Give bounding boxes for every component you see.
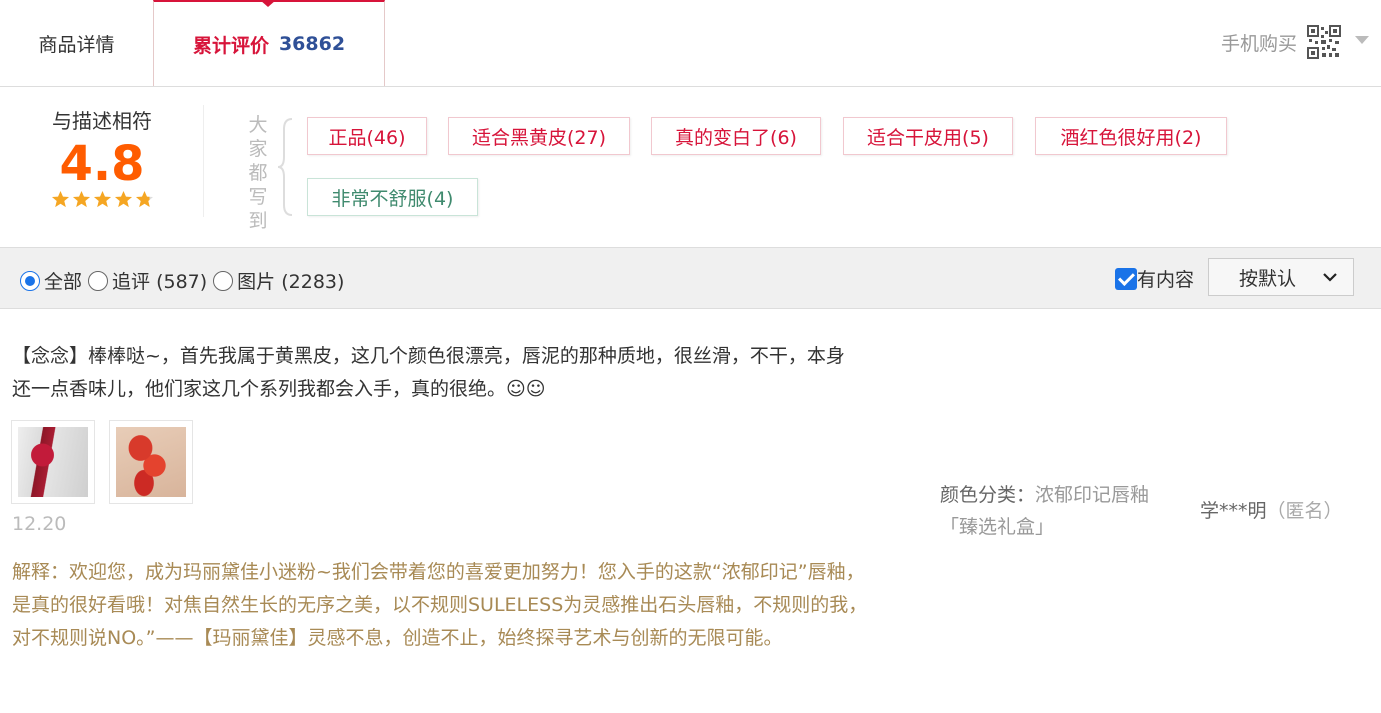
radio-pics-label: 图片 (2283) <box>237 271 345 293</box>
active-tab-caret-icon <box>260 0 276 7</box>
review-photo-thumbnail[interactable] <box>109 420 193 504</box>
qr-code-icon <box>1307 25 1341 59</box>
rating-label: 与描述相符 <box>52 109 152 133</box>
review-text: 【念念】棒棒哒~，首先我属于黄黑皮，这几个颜色很漂亮，唇泥的那种质地，很丝滑，不… <box>12 345 845 400</box>
star-icon <box>72 190 90 208</box>
tab-reviews-count: 36862 <box>278 33 346 55</box>
star-icon <box>135 190 153 208</box>
has-content-label: 有内容 <box>1137 269 1195 291</box>
brace-icon <box>277 118 293 216</box>
radio-all[interactable] <box>20 270 40 291</box>
chevron-down-icon <box>1355 36 1369 44</box>
tab-product-details-label: 商品详情 <box>38 33 115 56</box>
radio-followup-label: 追评 (587) <box>112 271 208 293</box>
mobile-buy-label: 手机购买 <box>1220 32 1297 55</box>
radio-pics[interactable] <box>213 270 234 291</box>
has-content-filter[interactable]: 有内容 <box>1115 265 1194 292</box>
reviewer: 学***明（匿名） <box>1200 496 1343 523</box>
tag-item-negative[interactable]: 非常不舒服(4) <box>307 178 478 216</box>
tab-bar: 商品详情 累计评价 36862 手机购买 <box>0 0 1381 87</box>
review-summary: 与描述相符 4.8 大家都写到 正品(46) 适合黑黄皮(27) 真的变白了(6… <box>0 87 1381 246</box>
has-content-checkbox[interactable] <box>1115 267 1137 290</box>
tag-item[interactable]: 正品(46) <box>307 117 427 155</box>
sku-info: 颜色分类：浓郁印记唇釉「臻选礼盒」 <box>940 479 1180 543</box>
sort-dropdown[interactable]: 按默认 <box>1208 258 1354 296</box>
star-icon <box>93 190 111 208</box>
reviewer-anonymous: （匿名） <box>1266 500 1343 522</box>
sku-key: 颜色分类： <box>940 484 1036 506</box>
everyone-says-label: 大家都写到 <box>248 114 268 232</box>
review-photos <box>11 420 193 504</box>
rating-stars <box>0 190 204 209</box>
sort-dropdown-value: 按默认 <box>1239 267 1297 290</box>
tab-product-details[interactable]: 商品详情 <box>0 0 153 86</box>
tab-reviews[interactable]: 累计评价 36862 <box>153 0 385 86</box>
rating-block: 与描述相符 4.8 <box>0 105 204 209</box>
lipstick-photo <box>18 427 88 497</box>
divider <box>203 105 204 217</box>
radio-followup[interactable] <box>88 270 109 291</box>
tag-item[interactable]: 适合黑黄皮(27) <box>448 117 630 155</box>
review-filter-radios: 全部 追评 (587) 图片 (2283) <box>20 267 350 294</box>
reviewer-name: 学***明 <box>1200 500 1267 522</box>
star-icon <box>114 190 132 208</box>
star-icon <box>51 190 69 208</box>
tag-item[interactable]: 酒红色很好用(2) <box>1035 117 1227 155</box>
radio-all-label: 全部 <box>44 271 83 293</box>
mobile-buy-button[interactable]: 手机购买 <box>1221 22 1369 62</box>
chevron-down-icon <box>1323 273 1337 282</box>
rating-score: 4.8 <box>59 136 145 192</box>
tag-item[interactable]: 真的变白了(6) <box>651 117 821 155</box>
tab-reviews-label: 累计评价 <box>192 34 269 57</box>
seller-reply: 解释：欢迎您，成为玛丽黛佳小迷粉~我们会带着您的喜爱更加努力！您入手的这款“浓郁… <box>12 561 868 649</box>
review-date: 12.20 <box>12 513 67 535</box>
swatch-photo <box>116 427 186 497</box>
review-photo-thumbnail[interactable] <box>11 420 95 504</box>
tag-item[interactable]: 适合干皮用(5) <box>843 117 1013 155</box>
filter-bar: 全部 追评 (587) 图片 (2283) 有内容 按默认 <box>0 247 1381 309</box>
